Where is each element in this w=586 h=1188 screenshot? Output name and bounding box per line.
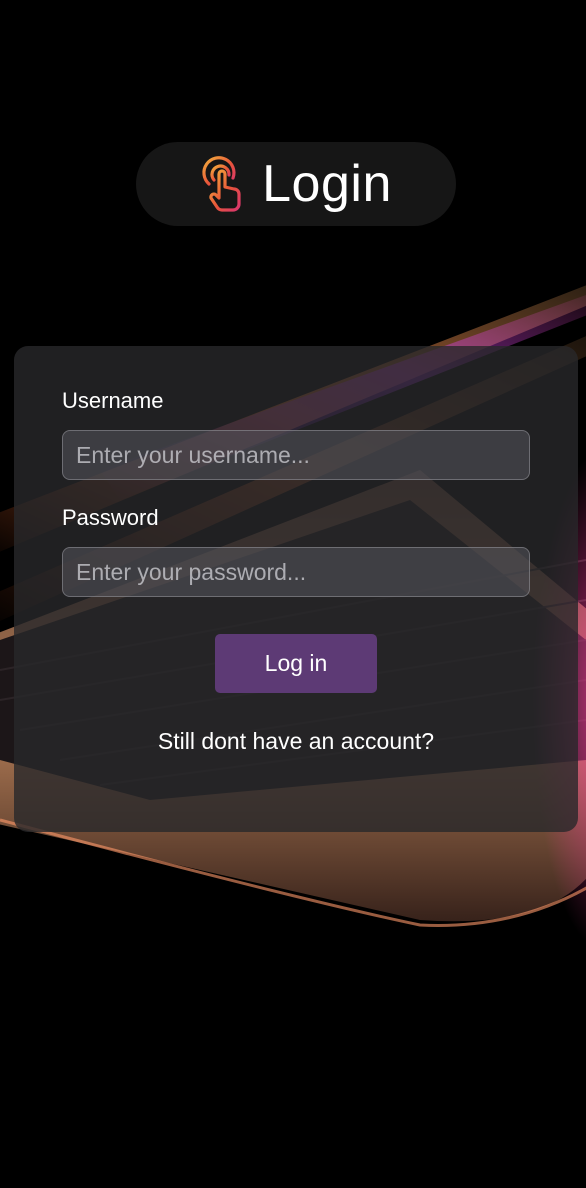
username-input[interactable] (62, 430, 530, 480)
touch-pointer-icon (202, 156, 241, 212)
login-page: Login Username Password Log in Still don… (0, 0, 586, 1188)
password-label: Password (62, 505, 159, 530)
header-pill: Login (136, 142, 456, 226)
page-title: Login (262, 155, 392, 213)
login-button[interactable]: Log in (215, 634, 377, 693)
signup-link[interactable]: Still dont have an account? (14, 730, 578, 753)
login-form-card: Username Password Log in Still dont have… (14, 346, 578, 832)
password-input[interactable] (62, 547, 530, 597)
username-label: Username (62, 388, 164, 413)
